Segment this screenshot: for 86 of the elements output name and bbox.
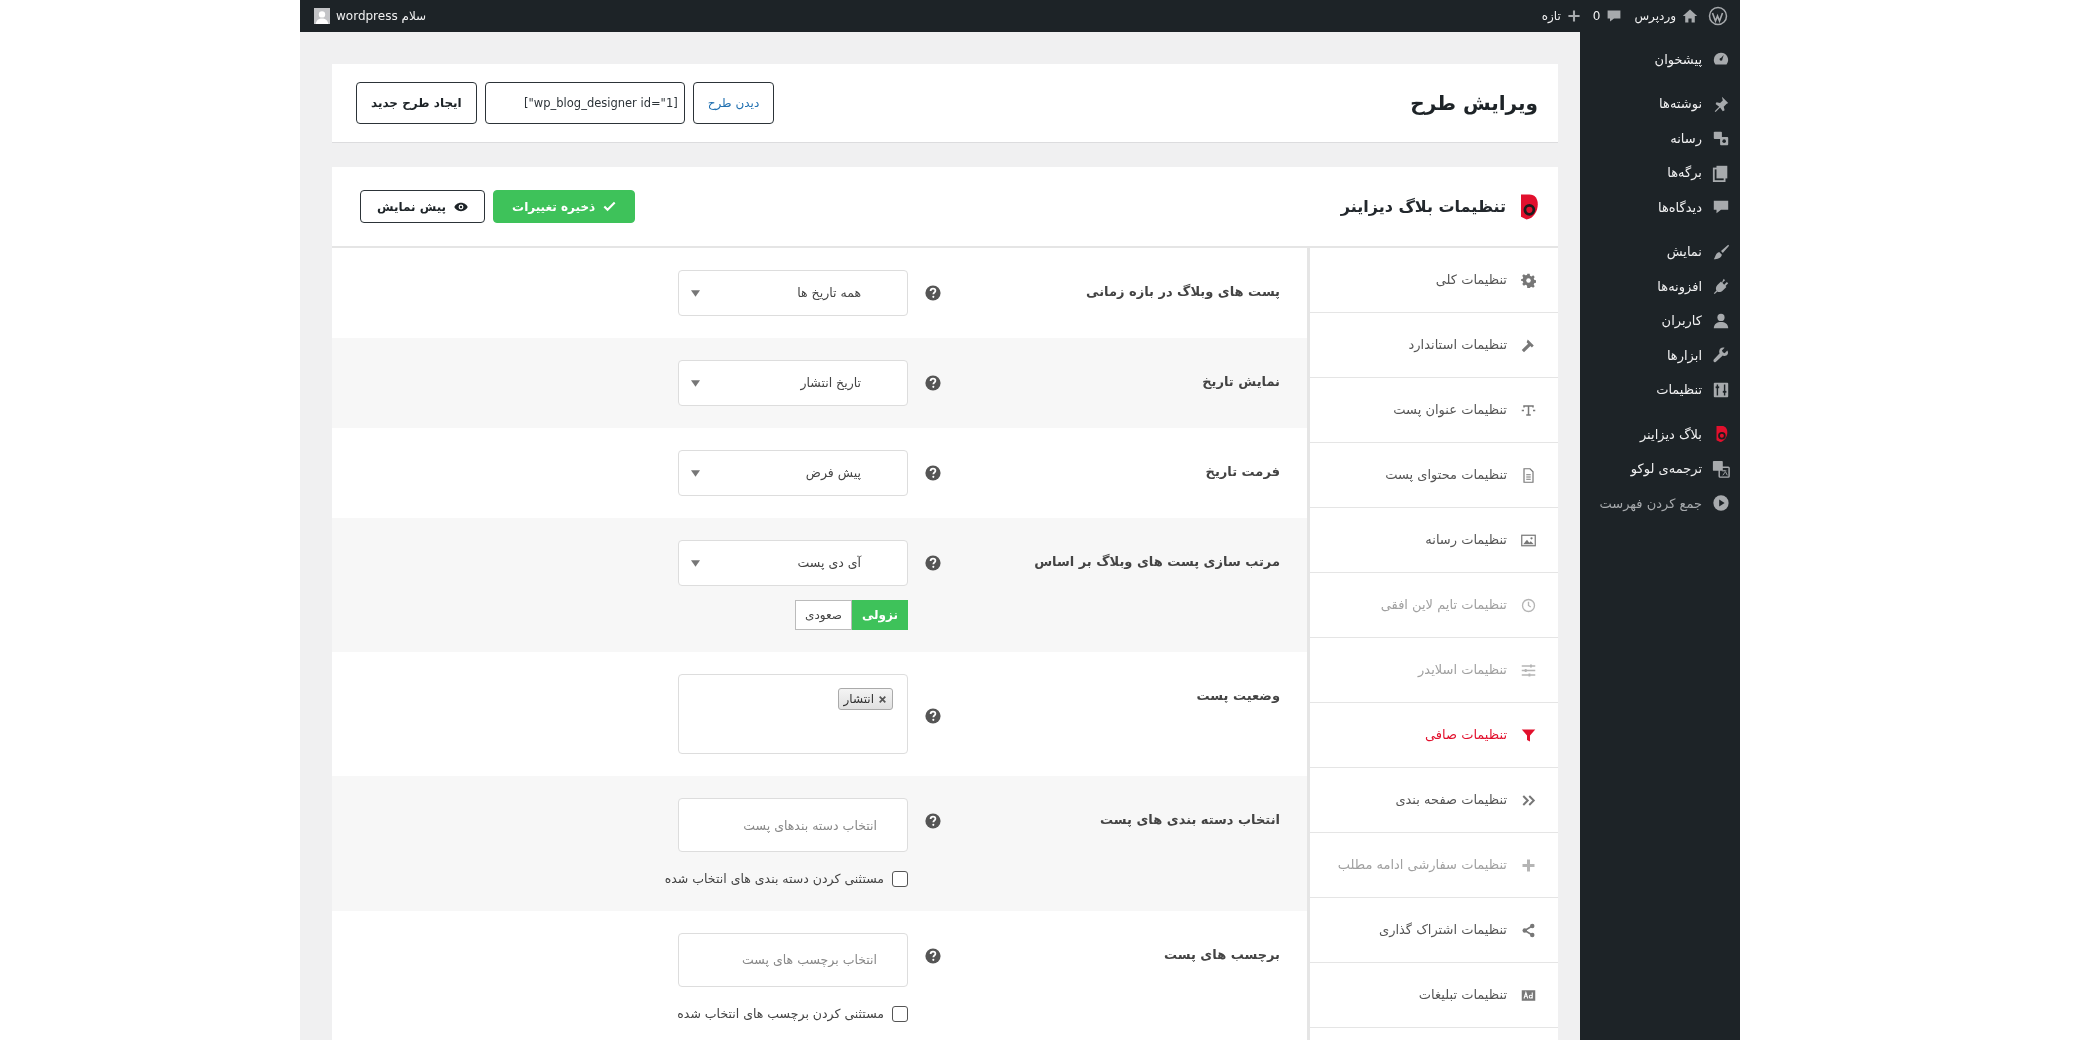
field-label: وضعیت پست: [1195, 687, 1280, 705]
caret-icon: [691, 559, 700, 567]
filter-icon: [1521, 727, 1536, 743]
pin-icon: [1712, 94, 1730, 113]
menu-item[interactable]: بلاگ دیزاینر: [1580, 417, 1740, 452]
title-icon: [1521, 402, 1536, 418]
wrench-icon: [1712, 346, 1730, 365]
search-field[interactable]: انتخاب برچسب های پست: [678, 932, 908, 987]
check-icon: [603, 200, 617, 213]
menu-item[interactable]: افزونه‌ها: [1580, 269, 1740, 304]
menu-item[interactable]: ترجمه‌ی لوکو: [1580, 451, 1740, 486]
gear-icon: [1521, 272, 1536, 288]
settings-title: تنظیمات بلاگ دیزاینر: [1340, 195, 1506, 218]
menu-item[interactable]: نوشته‌ها: [1580, 86, 1740, 121]
help-icon: [925, 555, 941, 571]
select-field[interactable]: آی دی پست: [678, 540, 908, 586]
plus-icon: [1521, 857, 1536, 873]
new-label: تازه: [1541, 8, 1561, 25]
new-design-button[interactable]: ایجاد طرح جدید: [356, 82, 477, 124]
site-name: وردپرس: [1634, 8, 1676, 25]
field-label: نمایش تاریخ: [1201, 373, 1280, 391]
plug-icon: [1712, 277, 1730, 296]
help-icon: [925, 285, 941, 301]
menu-item[interactable]: تنظیمات: [1580, 372, 1740, 407]
help-icon: [925, 465, 941, 481]
clock-icon: [1521, 597, 1536, 613]
checkbox-label: مستثنی کردن برچسب های انتخاب شده: [677, 1004, 884, 1024]
share-icon: [1521, 922, 1536, 938]
user-icon: [1712, 311, 1730, 330]
remove-icon: [878, 694, 887, 704]
comments-link[interactable]: 0: [1586, 7, 1629, 25]
play-icon: [1712, 494, 1730, 513]
plus-icon: [1566, 9, 1581, 23]
search-field[interactable]: انتخاب دسته بندهای پست: [678, 798, 908, 852]
translate-icon: [1712, 459, 1730, 478]
new-link[interactable]: تازه: [1535, 7, 1587, 25]
site-link[interactable]: وردپرس: [1628, 7, 1704, 25]
select-field[interactable]: تاریخ انتشار: [678, 360, 908, 406]
document-icon: [1521, 467, 1536, 483]
field-label: مرتب سازی پست های وبلاگ بر اساس: [1033, 553, 1280, 571]
help-icon: [925, 708, 941, 724]
brush-icon: [1712, 242, 1730, 261]
sliders-icon: [1521, 662, 1536, 678]
avatar-icon: [314, 8, 330, 24]
select-field[interactable]: پیش فرض: [678, 450, 908, 496]
logo-icon: [1708, 6, 1728, 26]
select-field[interactable]: همه تاریخ ها: [678, 270, 908, 316]
collapse-menu-button[interactable]: جمع کردن فهرست: [1580, 486, 1740, 521]
checkbox[interactable]: [892, 1006, 908, 1023]
account-link[interactable]: سلام wordpress: [308, 7, 433, 25]
checkbox-label: مستثنی کردن دسته بندی های انتخاب شده: [664, 870, 884, 889]
greeting: سلام wordpress: [336, 8, 427, 25]
menu-item[interactable]: کاربران: [1580, 303, 1740, 338]
caret-icon: [691, 379, 700, 387]
ad-icon: [1521, 987, 1536, 1003]
image-icon: [1521, 532, 1536, 548]
help-icon: [925, 947, 941, 964]
menu-item[interactable]: ابزارها: [1580, 338, 1740, 373]
field-label: برچسب های پست: [1162, 945, 1280, 964]
field-label: فرمت تاریخ: [1204, 463, 1280, 481]
hammer-icon: [1521, 337, 1536, 353]
shortcode-field[interactable]: [wp_blog_designer id="1"]: [484, 82, 685, 124]
field-label: انتخاب دسته بندی های پست: [1099, 811, 1280, 829]
home-icon: [1682, 8, 1698, 24]
view-button[interactable]: دیدن طرح: [692, 82, 775, 124]
help-icon: [925, 813, 941, 829]
caret-icon: [691, 289, 700, 297]
menu-item[interactable]: رسانه: [1580, 121, 1740, 156]
caret-icon: [691, 469, 700, 477]
order-toggle[interactable]: صعودی: [795, 600, 852, 630]
comment-count: 0: [1592, 8, 1601, 25]
media-icon: [1712, 129, 1730, 148]
menu-item[interactable]: دیدگاه‌ها: [1580, 190, 1740, 225]
menu-item[interactable]: برگه‌ها: [1580, 155, 1740, 190]
preview-button[interactable]: پیش نمایش: [360, 190, 486, 223]
page-title: ویرایش طرح: [1410, 91, 1538, 115]
field-label: پست های وبلاگ در بازه زمانی: [1085, 283, 1280, 301]
tags-field[interactable]: انتشار: [678, 674, 908, 754]
menu-item[interactable]: پیشخوان: [1580, 42, 1740, 77]
tag-chip[interactable]: انتشار: [837, 688, 893, 710]
comment-icon: [1606, 8, 1623, 24]
checkbox[interactable]: [892, 871, 908, 888]
pages-icon: [1712, 163, 1730, 182]
help-icon: [925, 375, 941, 391]
menu-item[interactable]: نمایش: [1580, 234, 1740, 269]
sliders-icon: [1712, 380, 1730, 399]
